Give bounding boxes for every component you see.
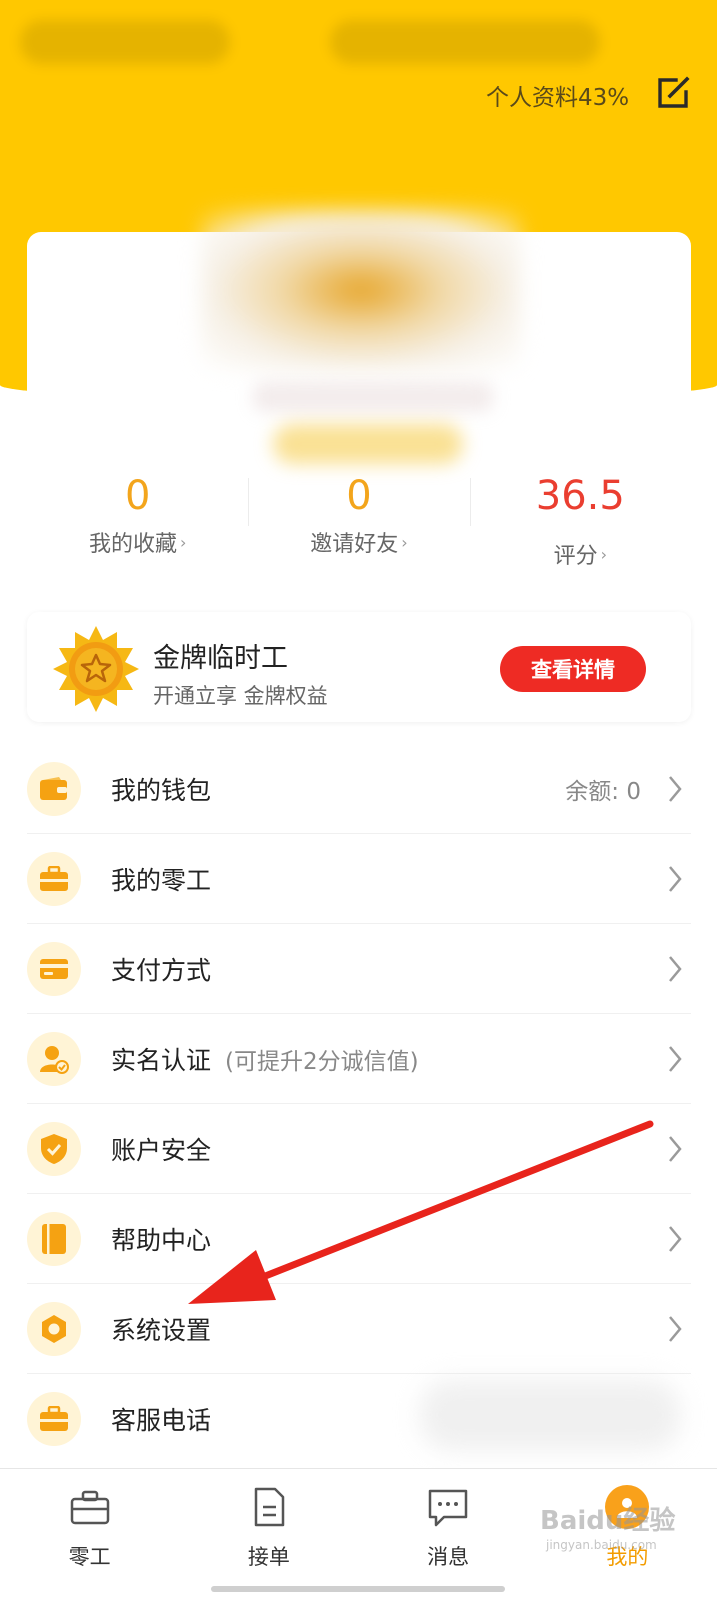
tab-orders[interactable]: 接单 [179,1469,358,1600]
briefcase-icon [70,1490,109,1525]
card-icon [27,941,81,996]
menu-item-wallet[interactable]: 我的钱包 余额: 0 [27,744,691,834]
tab-messages[interactable]: 消息 [359,1469,538,1600]
user-badge-blurred [273,424,463,464]
rating-label-wrap: 评分 › [554,538,607,570]
tab-label-messages: 消息 [427,1545,470,1569]
menu-label-system-settings: 系统设置 [111,1315,212,1345]
stat-rating[interactable]: 36.5 评分 › [469,470,691,580]
view-details-button[interactable]: 查看详情 [500,646,646,692]
invite-label: 邀请好友 [310,532,399,557]
baidu-watermark-sub: jingyan.baidu.com [546,1538,657,1552]
wallet-balance: 余额: 0 [565,778,641,805]
favorites-count: 0 [124,473,151,519]
chevron-right-icon [669,866,682,892]
tab-label-orders: 接单 [247,1545,290,1569]
user-name-blurred [253,382,493,412]
rating-label: 评分 [553,544,598,569]
stats-row: 0 我的收藏 › 0 邀请好友 › 36.5 评分 › [27,470,691,580]
briefcase-icon [27,851,81,906]
menu-label-payment: 支付方式 [111,955,212,985]
chevron-right-icon: › [600,544,608,564]
menu-label-wallet: 我的钱包 [111,775,212,805]
chevron-right-icon [669,1226,682,1252]
real-name-note: (可提升2分诚信值) [225,1048,419,1075]
avatar[interactable] [201,210,521,370]
chat-icon [428,1489,468,1527]
edit-icon[interactable] [656,74,692,110]
favorites-label-wrap: 我的收藏 › [89,526,186,558]
chevron-right-icon: › [179,532,187,552]
menu-item-my-gigs[interactable]: 我的零工 [27,834,691,924]
menu-label-my-gigs: 我的零工 [111,865,212,895]
profile-completion-link[interactable]: 个人资料43% [486,78,629,112]
stat-favorites[interactable]: 0 我的收藏 › [27,470,248,580]
menu-item-system-settings[interactable]: 系统设置 [27,1284,691,1374]
invite-count: 0 [346,473,372,519]
book-icon [27,1211,81,1266]
blurred-status-left [20,20,230,64]
settings-icon [27,1301,81,1356]
stat-invite[interactable]: 0 邀请好友 › [248,470,469,580]
rating-value: 36.5 [535,473,625,519]
baidu-watermark: Baidu经验 [540,1506,676,1536]
blurred-region [420,1380,680,1450]
chevron-right-icon [669,956,682,982]
favorites-label: 我的收藏 [88,532,177,557]
menu-list: 我的钱包 余额: 0 我的零工 支付方式 实名认证 (可提升2分诚信值) 账户安… [27,744,691,1464]
menu-item-real-name[interactable]: 实名认证 (可提升2分诚信值) [27,1014,691,1104]
chevron-right-icon [669,1316,682,1342]
wallet-icon [27,761,81,816]
menu-item-account-security[interactable]: 账户安全 [27,1104,691,1194]
menu-item-payment[interactable]: 支付方式 [27,924,691,1014]
home-indicator[interactable] [211,1586,505,1592]
briefcase-icon [27,1392,81,1446]
chevron-right-icon [669,1046,682,1072]
chevron-right-icon: › [401,532,408,552]
menu-label-help-center: 帮助中心 [111,1225,212,1255]
profile-card: 0 我的收藏 › 0 邀请好友 › 36.5 评分 › [27,210,691,596]
blurred-status-right [330,20,600,64]
document-icon [254,1487,285,1527]
gold-medal-icon [53,626,139,712]
menu-item-help-center[interactable]: 帮助中心 [27,1194,691,1284]
id-verify-icon [27,1031,81,1086]
menu-label-real-name: 实名认证 [111,1045,212,1075]
gold-subtitle: 开通立享 金牌权益 [153,684,328,708]
shield-icon [27,1121,81,1176]
gold-membership-card[interactable]: 金牌临时工 开通立享 金牌权益 查看详情 [27,612,691,722]
invite-label-wrap: 邀请好友 › [310,526,407,558]
menu-label-account-security: 账户安全 [111,1135,212,1165]
gold-title: 金牌临时工 [153,643,288,674]
tab-label-gigs: 零工 [68,1545,111,1569]
chevron-right-icon [669,776,682,802]
tab-gigs[interactable]: 零工 [0,1469,179,1600]
menu-label-customer-service: 客服电话 [111,1406,212,1435]
chevron-right-icon [669,1136,682,1162]
